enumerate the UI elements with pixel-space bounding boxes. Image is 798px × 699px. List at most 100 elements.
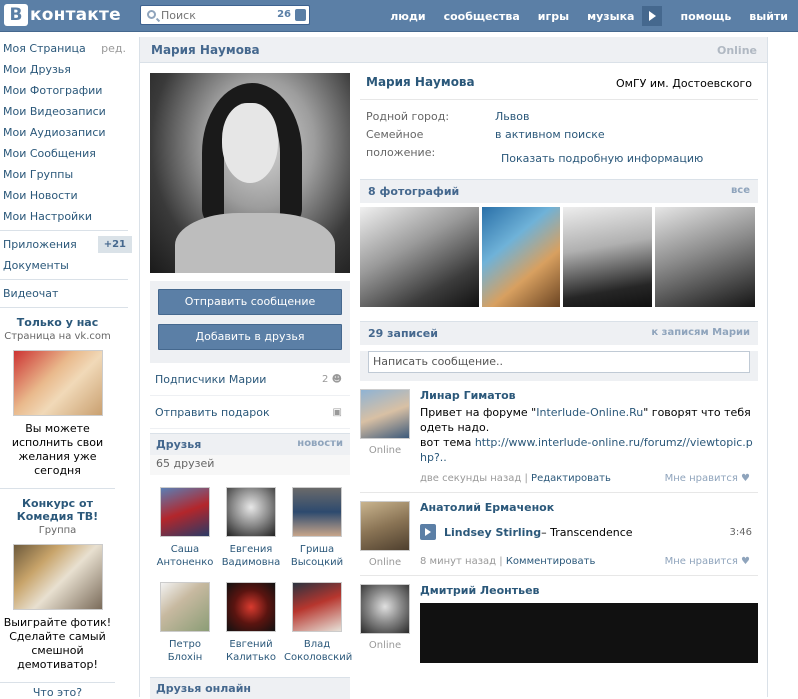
menu-videochat[interactable]: Видеочат xyxy=(0,283,134,304)
friends-header[interactable]: Друзья новости xyxy=(150,433,350,455)
friend-first-name[interactable]: Гриша xyxy=(284,543,350,556)
friend-first-name[interactable]: Саша xyxy=(152,543,218,556)
menu-groups[interactable]: Мои Группы xyxy=(0,164,134,185)
post-time[interactable]: 8 минут назад xyxy=(420,556,496,567)
menu-apps[interactable]: Приложения +21 xyxy=(0,234,134,255)
music-play-button[interactable] xyxy=(642,6,663,26)
friend-first-name[interactable]: Петро xyxy=(152,638,218,651)
profile-photo[interactable] xyxy=(150,73,350,273)
friend-last-name[interactable]: Антоненко xyxy=(152,556,218,569)
user-icon[interactable] xyxy=(295,9,306,21)
menu-videos[interactable]: Мои Видеозаписи xyxy=(0,101,134,122)
post-author-avatar[interactable] xyxy=(360,389,410,439)
photo-thumbnail[interactable] xyxy=(360,207,479,307)
promo-image[interactable] xyxy=(12,350,103,416)
wall-count[interactable]: 29 записей xyxy=(368,327,438,340)
menu-friends[interactable]: Мои Друзья xyxy=(0,59,134,80)
divider xyxy=(0,279,128,280)
wall-header[interactable]: 29 записей к записям Марии xyxy=(360,321,758,345)
send-gift-link[interactable]: Отправить подарок ▣ xyxy=(150,396,350,429)
nav-logout[interactable]: выйти xyxy=(749,10,788,23)
menu-messages[interactable]: Мои Сообщения xyxy=(0,143,134,164)
friend-first-name[interactable]: Евгения xyxy=(218,543,284,556)
to-posts-link[interactable]: к записям Марии xyxy=(651,327,750,338)
friend-item[interactable]: Влад Соколовский xyxy=(284,582,352,677)
subscribers-link[interactable]: Подписчики Марии 2 ☻ xyxy=(150,363,350,396)
edit-link[interactable]: ред. xyxy=(101,38,126,59)
video-thumbnail[interactable] xyxy=(420,603,758,663)
post-author-name[interactable]: Дмитрий Леонтьев xyxy=(420,584,758,597)
vk-logo[interactable]: В контакте xyxy=(4,4,121,26)
menu-docs[interactable]: Документы xyxy=(0,255,134,276)
promo-block[interactable]: Только у нас Страница на vk.com Вы может… xyxy=(0,316,115,478)
menu-label: Приложения xyxy=(3,238,77,251)
friend-item[interactable]: Гриша Высоцкий xyxy=(284,487,350,582)
info-value-link[interactable]: Львов xyxy=(495,108,529,126)
photo-thumbnail[interactable] xyxy=(482,207,560,307)
menu-photos[interactable]: Мои Фотографии xyxy=(0,80,134,101)
friends-news-link[interactable]: новости xyxy=(297,438,343,449)
like-button[interactable]: Мне нравится ♥ xyxy=(665,556,750,567)
wall-message-input[interactable]: Написать сообщение.. xyxy=(368,351,750,373)
promo-title[interactable]: Только у нас xyxy=(0,316,115,329)
friends-title[interactable]: Друзья xyxy=(156,438,201,451)
friend-last-name[interactable]: Высоцкий xyxy=(284,556,350,569)
audio-artist[interactable]: Lindsey Stirling xyxy=(444,526,541,539)
nav-games[interactable]: игры xyxy=(538,10,569,23)
friend-item[interactable]: Саша Антоненко xyxy=(152,487,218,582)
friend-first-name[interactable]: Евгений xyxy=(218,638,284,651)
like-label: Мне нравится xyxy=(664,556,738,567)
comment-link[interactable]: Комментировать xyxy=(506,556,596,567)
like-button[interactable]: Мне нравится ♥ xyxy=(665,473,750,484)
promo-title[interactable]: Конкурс от Комедия ТВ! xyxy=(0,497,115,523)
friend-last-name[interactable]: Блохін xyxy=(152,651,218,664)
friend-avatar[interactable] xyxy=(292,487,342,537)
menu-settings[interactable]: Мои Настройки xyxy=(0,206,134,227)
post-author-avatar[interactable] xyxy=(360,501,410,551)
friends-online-header[interactable]: Друзья онлайн xyxy=(150,677,350,699)
menu-news[interactable]: Мои Новости xyxy=(0,185,134,206)
menu-audios[interactable]: Мои Аудиозаписи xyxy=(0,122,134,143)
friend-last-name[interactable]: Калитько xyxy=(218,651,284,664)
add-friend-button[interactable]: Добавить в друзья xyxy=(158,324,342,350)
send-message-button[interactable]: Отправить сообщение xyxy=(158,289,342,315)
friend-avatar[interactable] xyxy=(226,582,276,632)
nav-communities[interactable]: сообщества xyxy=(444,10,520,23)
promo-block[interactable]: Конкурс от Комедия ТВ! Группа Выиграйте … xyxy=(0,497,115,672)
what-is-this-link[interactable]: Что это? xyxy=(0,686,115,699)
heart-icon: ♥ xyxy=(741,473,750,484)
photos-header[interactable]: 8 фотографий все xyxy=(360,179,758,203)
friend-avatar[interactable] xyxy=(160,487,210,537)
friend-first-name[interactable]: Влад xyxy=(284,638,350,651)
post-author-name[interactable]: Анатолий Ермаченок xyxy=(420,501,758,514)
nav-people[interactable]: люди xyxy=(390,10,425,23)
friend-avatar[interactable] xyxy=(226,487,276,537)
edit-post-link[interactable]: Редактировать xyxy=(531,473,611,484)
friend-avatar[interactable] xyxy=(292,582,342,632)
friend-last-name[interactable]: Вадимовна xyxy=(218,556,284,569)
photos-all-link[interactable]: все xyxy=(731,185,750,196)
friend-item[interactable]: Петро Блохін xyxy=(152,582,218,677)
photo-thumbnail[interactable] xyxy=(563,207,652,307)
friends-count: 65 друзей xyxy=(150,455,350,475)
audio-play-button[interactable] xyxy=(420,524,436,540)
nav-music[interactable]: музыка xyxy=(587,10,634,23)
forum-link[interactable]: Interlude-Online.Ru xyxy=(536,406,643,419)
nav-help[interactable]: помощь xyxy=(680,10,731,23)
friend-item[interactable]: Евгения Вадимовна xyxy=(218,487,284,582)
top-nav: люди сообщества игры музыка помощь выйти xyxy=(372,0,788,32)
search-box[interactable]: 26 xyxy=(140,5,310,25)
info-value-link[interactable]: в активном поиске xyxy=(495,126,605,144)
friends-online-title[interactable]: Друзья онлайн xyxy=(156,682,251,695)
menu-my-page[interactable]: Моя Страница ред. xyxy=(0,38,134,59)
promo-image[interactable] xyxy=(12,544,103,610)
friend-item[interactable]: Евгений Калитько xyxy=(218,582,284,677)
search-input[interactable] xyxy=(161,8,271,22)
post-author-name[interactable]: Линар Гиматов xyxy=(420,389,758,402)
friend-avatar[interactable] xyxy=(160,582,210,632)
post-author-avatar[interactable] xyxy=(360,584,410,634)
post-time[interactable]: две секунды назад xyxy=(420,473,521,484)
photo-thumbnail[interactable] xyxy=(655,207,755,307)
friend-last-name[interactable]: Соколовский xyxy=(284,651,352,664)
photos-title[interactable]: 8 фотографий xyxy=(368,185,459,198)
